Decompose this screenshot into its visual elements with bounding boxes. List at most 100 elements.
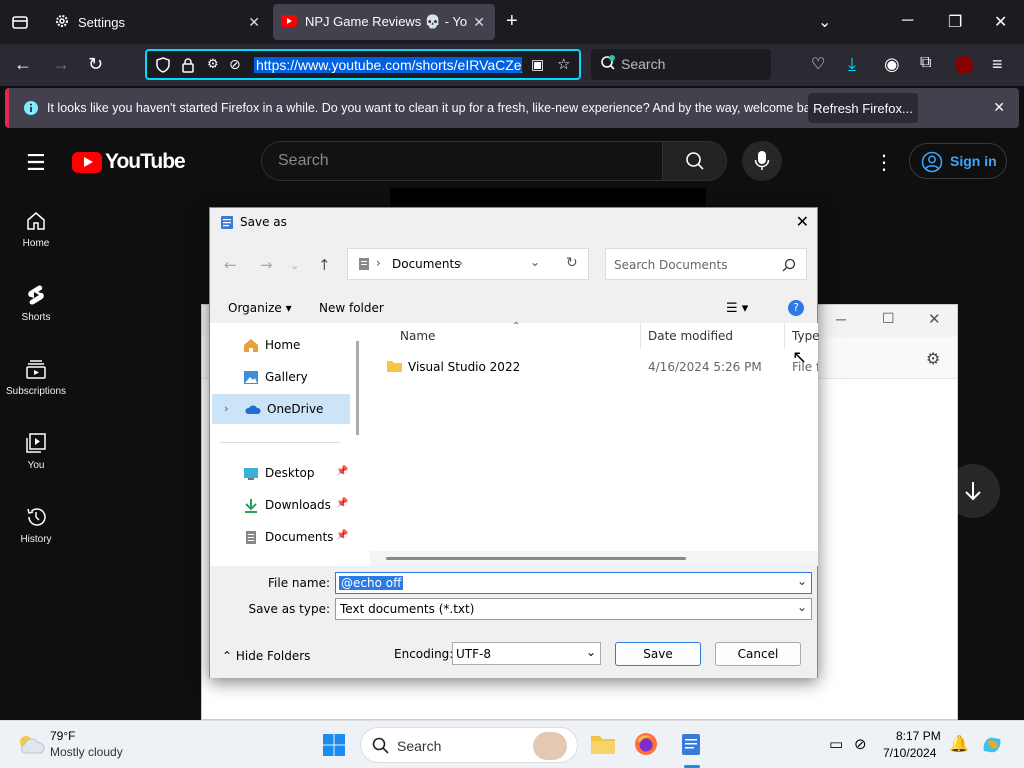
tab-list-icon[interactable] — [10, 12, 30, 37]
back-icon[interactable]: ← — [14, 54, 32, 75]
shield-icon[interactable] — [155, 57, 171, 78]
organize-button[interactable]: Organize ▾ — [228, 301, 292, 315]
maximize-icon[interactable]: ☐ — [882, 310, 895, 327]
back-arrow-icon[interactable]: ← — [224, 256, 237, 274]
horizontal-scrollbar[interactable] — [370, 551, 818, 566]
account-icon[interactable]: ◉ — [884, 54, 900, 75]
nav-item-documents[interactable]: Documents 📌 — [210, 522, 350, 552]
chevron-down-icon[interactable]: ⌄ — [586, 645, 596, 659]
encoding-select[interactable]: UTF-8 ⌄ — [452, 642, 601, 665]
url-text[interactable]: https://www.youtube.com/shorts/eIRVaCZe_ — [254, 57, 522, 73]
refresh-firefox-button[interactable]: Refresh Firefox... — [808, 93, 918, 123]
close-window-icon[interactable]: ✕ — [994, 12, 1007, 32]
restore-icon[interactable]: ❐ — [948, 12, 962, 32]
reload-icon[interactable]: ↻ — [88, 54, 103, 75]
column-divider[interactable] — [784, 323, 785, 349]
close-icon[interactable]: ✕ — [928, 310, 941, 328]
extensions-icon[interactable]: ⧉ — [920, 54, 931, 72]
save-type-select[interactable]: Text documents (*.txt) ⌄ — [335, 598, 812, 620]
nav-item-desktop[interactable]: Desktop 📌 — [210, 458, 350, 488]
scrollbar[interactable] — [356, 341, 359, 435]
notification-bell-icon[interactable]: 🔔 — [949, 734, 969, 754]
minimize-icon[interactable]: ─ — [836, 311, 846, 327]
network-icon[interactable]: ⊘ — [854, 735, 867, 753]
clock-time[interactable]: 8:17 PM — [896, 729, 941, 743]
clock-date[interactable]: 7/10/2024 — [883, 746, 936, 760]
table-row[interactable]: Visual Studio 2022 4/16/2024 5:26 PM Fil… — [364, 355, 818, 379]
cloudy-weather-icon[interactable] — [16, 733, 46, 755]
chevron-right-icon[interactable]: › — [224, 402, 228, 415]
sidebar-item-shorts[interactable]: Shorts — [0, 284, 72, 323]
tab-youtube[interactable]: NPJ Game Reviews 💀 - YouTube ✕ — [273, 4, 495, 40]
breadcrumb[interactable]: Documents — [392, 257, 460, 271]
tab-settings[interactable]: Settings ✕ — [44, 0, 270, 44]
chevron-down-icon[interactable]: ⌄ — [818, 12, 831, 32]
youtube-logo[interactable]: YouTube — [72, 150, 186, 174]
sidebar-item-home[interactable]: Home — [0, 210, 72, 249]
autoplay-blocked-icon[interactable]: ⊘ — [229, 56, 241, 73]
gear-icon[interactable]: ⚙ — [926, 349, 940, 369]
file-explorer-icon[interactable] — [590, 733, 616, 755]
youtube-search-button[interactable] — [662, 141, 727, 181]
permissions-icon[interactable]: ⚙ — [207, 56, 219, 72]
pocket-icon[interactable]: ♡ — [811, 54, 825, 74]
firefox-icon[interactable] — [634, 732, 658, 756]
forward-arrow-icon[interactable]: → — [260, 256, 273, 274]
nav-item-downloads[interactable]: Downloads 📌 — [210, 490, 350, 520]
voice-search-button[interactable] — [742, 141, 782, 181]
hide-folders-button[interactable]: ⌃ Hide Folders — [222, 649, 310, 663]
column-divider[interactable] — [640, 323, 641, 349]
save-button[interactable]: Save — [615, 642, 701, 666]
forward-icon[interactable]: → — [52, 54, 70, 75]
chevron-down-icon[interactable]: ⌄ — [797, 574, 807, 588]
column-header-name[interactable]: Name — [400, 329, 435, 343]
sidebar-item-history[interactable]: History — [0, 506, 72, 545]
hamburger-menu-icon[interactable]: ☰ — [26, 150, 46, 176]
close-tab-icon[interactable]: ✕ — [248, 14, 260, 31]
taskbar-search[interactable]: Search — [360, 727, 578, 763]
nav-item-onedrive[interactable]: › OneDrive — [212, 394, 350, 424]
weather-temperature[interactable]: 79°F — [50, 729, 75, 743]
youtube-search-input[interactable]: Search — [261, 141, 663, 181]
new-folder-button[interactable]: New folder — [319, 301, 384, 315]
help-icon[interactable]: ? — [788, 300, 804, 316]
sidebar-item-you[interactable]: You — [0, 432, 72, 471]
cancel-button[interactable]: Cancel — [715, 642, 801, 666]
notepad-icon[interactable] — [680, 731, 702, 757]
recent-locations-icon[interactable]: ⌄ — [290, 259, 299, 272]
sign-in-button[interactable]: Sign in — [909, 143, 1007, 179]
url-bar[interactable]: ⚙ ⊘ https://www.youtube.com/shorts/eIRVa… — [145, 49, 581, 80]
scrollbar-thumb[interactable] — [386, 557, 686, 560]
sidebar-item-subscriptions[interactable]: Subscriptions — [0, 358, 72, 397]
windows-start-icon[interactable] — [322, 733, 346, 757]
chevron-down-icon[interactable]: ⌄ — [797, 600, 807, 614]
phone-link-icon[interactable]: ▭ — [829, 735, 843, 753]
file-name-input[interactable]: @echo off ⌄ — [335, 572, 812, 594]
address-bar[interactable]: › Documents › ⌄ ↻ — [347, 248, 589, 280]
minimize-icon[interactable]: ─ — [902, 12, 913, 30]
close-icon[interactable]: ✕ — [993, 99, 1005, 116]
lock-icon[interactable] — [181, 57, 195, 78]
column-header-type[interactable]: Type — [792, 329, 820, 343]
copilot-icon[interactable] — [980, 733, 1004, 757]
chevron-right-icon[interactable]: › — [458, 256, 463, 270]
new-tab-icon[interactable]: + — [506, 10, 518, 33]
chevron-down-icon[interactable]: ⌄ — [530, 255, 540, 269]
nav-item-gallery[interactable]: Gallery — [210, 362, 350, 392]
view-options-icon[interactable]: ☰ ▾ — [726, 301, 748, 316]
close-icon[interactable]: ✕ — [796, 212, 809, 231]
close-tab-icon[interactable]: ✕ — [473, 14, 485, 31]
more-options-icon[interactable]: ⋮ — [874, 150, 894, 175]
search-documents-input[interactable]: Search Documents — [605, 248, 807, 280]
downloads-icon[interactable]: ⤓ — [848, 54, 856, 75]
web-search-bar[interactable]: Search — [591, 49, 771, 80]
bookmark-star-icon[interactable]: ☆ — [557, 55, 570, 73]
up-arrow-icon[interactable]: ↑ — [318, 256, 331, 274]
refresh-icon[interactable]: ↻ — [566, 255, 578, 271]
nav-item-home[interactable]: Home — [210, 330, 350, 360]
weather-description[interactable]: Mostly cloudy — [50, 745, 123, 759]
picture-in-picture-icon[interactable]: ▣ — [531, 56, 544, 73]
menu-icon[interactable]: ≡ — [992, 54, 1003, 75]
column-header-date[interactable]: Date modified — [648, 329, 733, 343]
ublock-icon[interactable] — [955, 56, 973, 74]
